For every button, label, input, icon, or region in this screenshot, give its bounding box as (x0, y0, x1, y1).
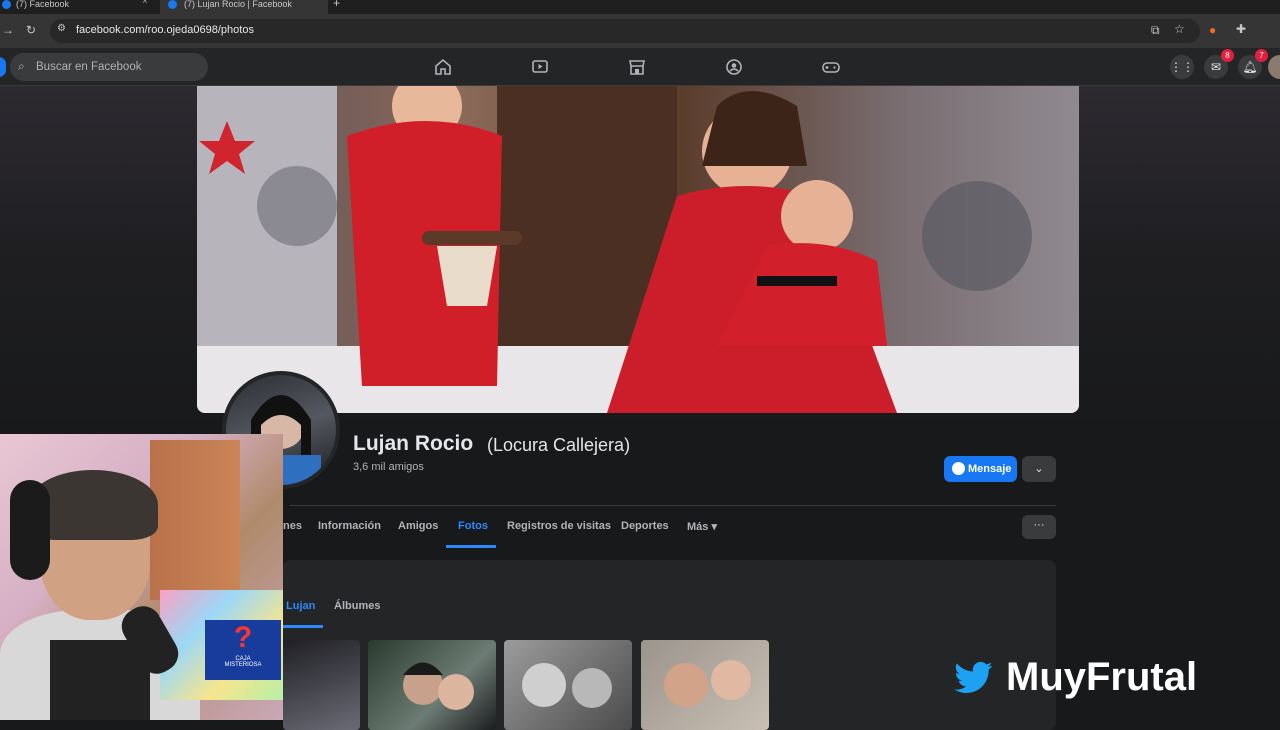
chevron-down-icon[interactable]: ⌄ (1022, 456, 1056, 482)
tab-photos-of-user[interactable]: Lujan (286, 600, 315, 612)
groups-icon[interactable] (725, 58, 743, 76)
friends-count[interactable]: 3,6 mil amigos (353, 461, 424, 473)
home-icon[interactable] (434, 58, 452, 76)
message-button-label: Mensaje (968, 463, 1012, 475)
tab-visits[interactable]: Registros de visitas (507, 520, 611, 532)
gaming-icon[interactable] (822, 58, 840, 76)
marketplace-icon[interactable] (628, 58, 646, 76)
messenger-badge: 8 (1221, 49, 1234, 62)
facebook-favicon-icon (168, 0, 177, 9)
bookmark-star-icon[interactable]: ☆ (1174, 22, 1185, 36)
misteriosa-text: MISTERIOSA (224, 662, 262, 668)
tab-information[interactable]: Información (318, 520, 381, 532)
question-mark: ? (233, 621, 253, 654)
search-icon: ⌕ (18, 59, 25, 73)
reload-icon[interactable]: ↻ (26, 23, 36, 37)
active-tab-indicator (446, 545, 496, 548)
tab-photos[interactable]: Fotos (458, 520, 488, 532)
browser-tab-label: (7) Facebook (16, 0, 70, 9)
photo-thumbnail[interactable] (368, 640, 496, 730)
facebook-favicon-icon (2, 0, 11, 9)
photo-thumbnail[interactable] (641, 640, 769, 730)
mystery-box-label: ? CAJA MISTERIOSA (205, 620, 281, 680)
webcam-door (150, 440, 240, 600)
close-tab-icon[interactable]: × (142, 0, 148, 7)
twitter-bird-icon (954, 661, 993, 693)
browser-tab-facebook[interactable]: (7) Facebook × (0, 0, 160, 14)
message-button[interactable]: Mensaje (944, 456, 1017, 482)
headset-icon (10, 480, 50, 580)
more-options-icon[interactable]: ··· (1022, 515, 1056, 539)
url-text[interactable]: facebook.com/roo.ojeda0698/photos (76, 24, 254, 36)
search-input[interactable]: Buscar en Facebook (36, 61, 141, 73)
cover-photo-image (197, 86, 1079, 413)
watermark-text: MuyFrutal (1006, 655, 1198, 699)
tab-sports[interactable]: Deportes (621, 520, 669, 532)
browser-tab-profile[interactable]: (7) Lujan Rocio | Facebook (160, 0, 328, 14)
new-tab-button[interactable]: + (333, 0, 347, 14)
extension-icon[interactable]: ● (1209, 23, 1216, 37)
video-icon[interactable] (531, 58, 549, 76)
photo-thumbnail[interactable] (504, 640, 632, 730)
photo-thumbnail[interactable] (283, 640, 360, 730)
tab-friends[interactable]: Amigos (398, 520, 438, 532)
menu-grid-icon[interactable]: ⋮⋮ (1170, 55, 1194, 79)
tab-partial[interactable]: nes (283, 520, 302, 532)
install-app-icon[interactable]: ⧉ (1151, 23, 1160, 38)
tab-albums[interactable]: Álbumes (334, 600, 380, 612)
photo-image (664, 660, 751, 707)
cover-photo[interactable] (197, 86, 1079, 413)
photo-image (522, 663, 612, 708)
header-divider (290, 505, 1056, 506)
browser-tab-label: (7) Lujan Rocio | Facebook (184, 0, 292, 9)
tab-more[interactable]: Más ▾ (687, 520, 717, 533)
photo-image (403, 662, 474, 710)
notifications-badge: 7 (1255, 49, 1268, 62)
profile-nickname: (Locura Callejera) (487, 435, 631, 455)
photos-tab-indicator (283, 625, 323, 628)
extensions-puzzle-icon[interactable]: ✚ (1236, 22, 1246, 36)
messenger-icon (952, 462, 965, 475)
site-info-icon[interactable]: ⚙ (57, 23, 66, 34)
profile-name: Lujan Rocio (353, 432, 474, 455)
forward-arrow-icon[interactable]: → (2, 23, 14, 37)
